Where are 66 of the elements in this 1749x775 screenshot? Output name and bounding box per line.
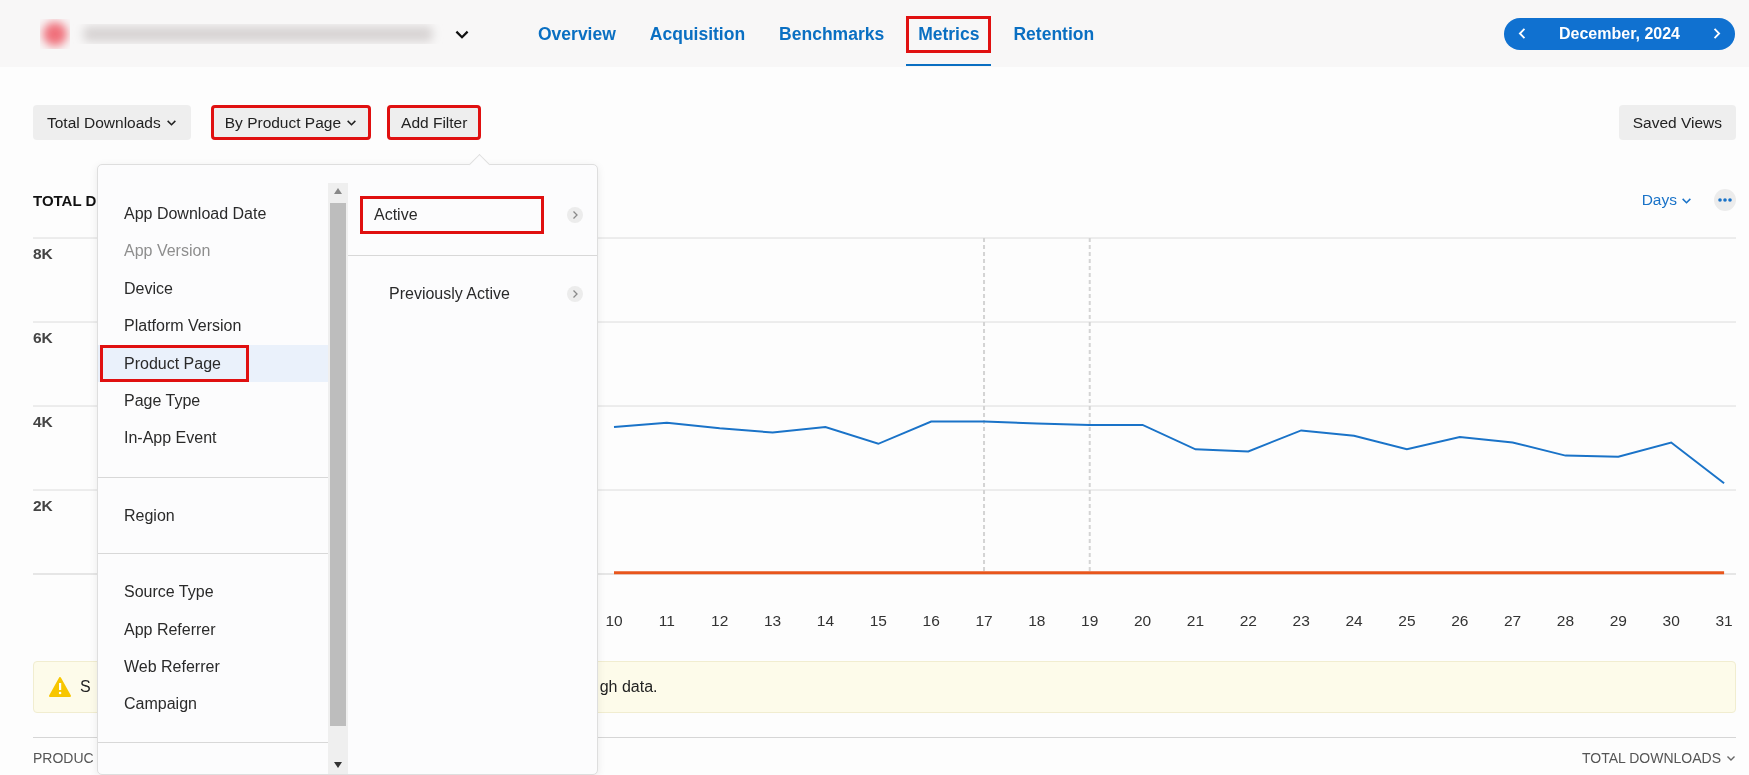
column-header[interactable]: TOTAL DOWNLOADS [1582, 750, 1736, 766]
x-axis-label: 11 [658, 612, 675, 629]
menu-item[interactable]: Web Referrer [98, 647, 328, 686]
scrollbar[interactable] [328, 183, 348, 774]
warning-text: S [80, 678, 91, 696]
warning-icon [49, 677, 71, 697]
date-picker[interactable]: December, 2024 [1504, 17, 1735, 50]
nav-tab[interactable]: Acquisition [637, 16, 758, 66]
saved-views-button[interactable]: Saved Views [1618, 105, 1736, 140]
menu-item[interactable]: App Referrer [98, 610, 328, 648]
x-axis-label: 22 [1239, 612, 1257, 629]
nav-tab[interactable]: Benchmarks [767, 16, 897, 66]
more-icon[interactable] [1714, 189, 1736, 211]
y-axis-label: 8K [33, 245, 53, 262]
y-axis-label: 6K [33, 329, 53, 346]
x-axis-label: 19 [1081, 612, 1099, 629]
x-axis-label: 25 [1398, 612, 1416, 629]
x-axis-label: 30 [1662, 612, 1680, 629]
x-axis-label: 10 [605, 612, 623, 629]
date-label: December, 2024 [1558, 24, 1681, 43]
y-axis-label: 4K [33, 413, 53, 430]
x-axis-label: 23 [1292, 612, 1310, 629]
menu-item: App Version [123, 241, 212, 262]
x-axis-label: 21 [1186, 612, 1205, 629]
x-axis-label: 18 [1028, 612, 1046, 629]
column-header: PRODUC [33, 750, 94, 766]
menu-item[interactable]: Platform Version [98, 307, 328, 345]
warning-text: gh data. [599, 678, 658, 696]
menu-item[interactable]: Product Page [98, 344, 328, 382]
chart-title: TOTAL D [33, 191, 97, 209]
submenu-item[interactable]: Active [360, 196, 544, 234]
menu-item[interactable]: Campaign [98, 685, 328, 723]
dropdown-button[interactable]: Total Downloads [33, 105, 191, 140]
nav-tab[interactable]: Retention [1001, 16, 1107, 66]
x-axis-label: 12 [711, 612, 729, 629]
menu-item[interactable]: Device [98, 269, 328, 308]
x-axis-label: 27 [1504, 612, 1522, 629]
x-axis-label: 31 [1715, 612, 1733, 629]
x-axis-label: 14 [816, 612, 835, 629]
submenu-item[interactable]: Previously Active [375, 275, 524, 313]
x-axis-label: 29 [1609, 612, 1627, 629]
chevron-down-icon [1726, 753, 1736, 763]
menu-item[interactable]: In-App Event [98, 419, 328, 457]
chevron-right-icon [567, 286, 583, 302]
chevron-right-icon [567, 207, 583, 223]
menu-item[interactable]: App Download Date [98, 195, 328, 233]
menu-item[interactable]: Source Type [98, 573, 328, 611]
x-axis-label: 24 [1345, 612, 1363, 629]
nav-tab[interactable]: Metrics [906, 16, 992, 66]
x-axis-label: 20 [1133, 612, 1152, 629]
menu-item[interactable]: Page Type [98, 381, 328, 420]
x-axis-label: 26 [1451, 612, 1469, 629]
menu-item[interactable]: Region [98, 496, 328, 535]
y-axis-label: 2K [33, 497, 53, 514]
x-axis-label: 13 [763, 612, 782, 629]
x-axis-label: 28 [1556, 612, 1575, 629]
period-dropdown[interactable]: Days [1641, 191, 1692, 209]
scroll-up-icon [333, 187, 343, 195]
scrollbar-thumb[interactable] [330, 203, 346, 726]
x-axis-label: 17 [975, 612, 993, 629]
dropdown-button[interactable]: By Product Page [210, 105, 372, 140]
filter-button[interactable]: Add Filter [387, 105, 482, 140]
x-axis-label: 15 [869, 612, 887, 629]
scroll-down-icon [333, 761, 343, 769]
nav-tab[interactable]: Overview [526, 16, 628, 66]
x-axis-label: 16 [922, 612, 940, 629]
